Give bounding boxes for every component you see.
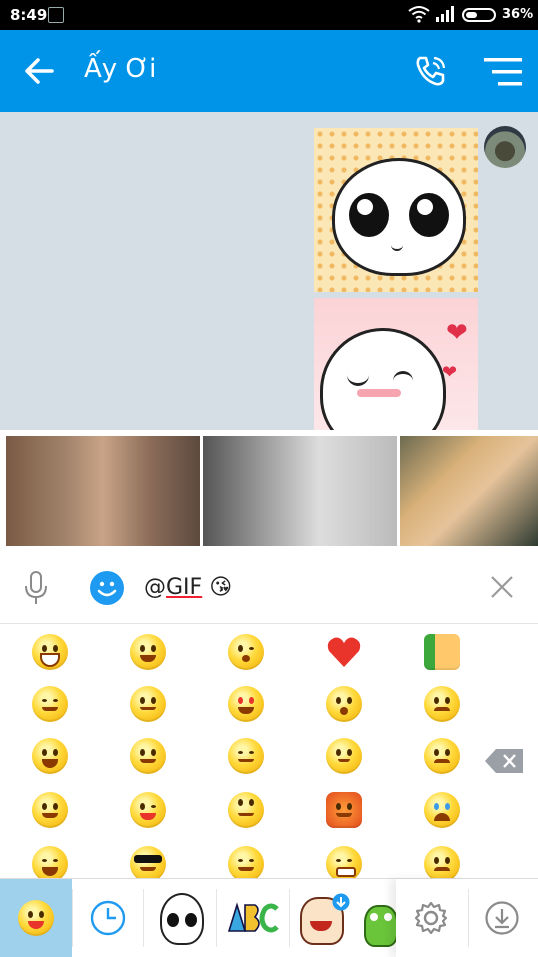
heart-eyes-icon[interactable] — [228, 686, 264, 722]
sticker-bun-face — [332, 158, 466, 276]
sticker-abc-tab[interactable] — [217, 879, 289, 957]
notification-icon — [48, 7, 64, 23]
kiss-wink-icon[interactable] — [228, 634, 264, 670]
eye-roll-icon[interactable] — [228, 792, 264, 828]
tears-of-joy-icon[interactable] — [130, 634, 166, 670]
chat-messages[interactable]: ❤ ❤ — [0, 112, 538, 430]
download-badge-icon — [332, 893, 350, 911]
angry-icon[interactable] — [326, 792, 362, 828]
message-input-row: @GIF 😘 — [0, 553, 538, 624]
wifi-icon — [408, 6, 430, 23]
sticker-frog-tab[interactable] — [356, 879, 398, 957]
chat-title: Ấy Ơi — [84, 54, 157, 84]
gear-icon — [414, 901, 448, 935]
battery-icon — [462, 8, 496, 22]
sunglasses-icon[interactable] — [130, 846, 166, 878]
sticker-tab-bar — [0, 878, 538, 957]
smile-icon[interactable] — [32, 792, 68, 828]
avatar[interactable] — [484, 126, 526, 168]
sticker-message[interactable] — [314, 128, 478, 292]
input-emoji: 😘 — [209, 575, 233, 600]
abc-sticker-icon — [227, 902, 279, 933]
input-prefix: @ — [144, 575, 166, 600]
squint-blush-icon[interactable] — [32, 686, 68, 722]
gif-thumbnail[interactable] — [400, 436, 538, 546]
smile-icon — [18, 900, 54, 936]
back-arrow-icon[interactable] — [22, 54, 56, 88]
backspace-icon[interactable] — [484, 748, 524, 774]
gif-thumbnail[interactable] — [6, 436, 200, 546]
heart-icon: ❤ — [442, 362, 458, 383]
frog-sticker-icon — [364, 905, 398, 947]
input-gif-tag: GIF — [166, 575, 203, 600]
message-input[interactable]: @GIF 😘 — [144, 575, 232, 600]
download-tab[interactable] — [469, 879, 538, 957]
sticker-bun-icon — [160, 893, 204, 945]
signal-icon — [436, 6, 454, 22]
menu-icon[interactable] — [484, 58, 522, 86]
close-icon[interactable] — [490, 575, 514, 599]
big-smile-icon[interactable] — [32, 738, 68, 774]
surprised-icon[interactable] — [326, 686, 362, 722]
chat-header: Ấy Ơi — [0, 30, 538, 112]
teary-icon[interactable] — [130, 686, 166, 722]
smirk-icon[interactable] — [228, 738, 264, 774]
blush-smile-icon[interactable] — [228, 846, 264, 878]
microphone-icon[interactable] — [24, 571, 48, 605]
battery-percent: 36% — [502, 7, 534, 22]
status-time: 8:49 — [10, 6, 48, 24]
worried-icon[interactable] — [424, 686, 460, 722]
settings-tab[interactable] — [396, 879, 468, 957]
emoji-tab[interactable] — [0, 879, 72, 957]
grimace-icon[interactable] — [326, 846, 362, 878]
gif-thumbnail[interactable] — [203, 436, 397, 546]
laugh-icon[interactable] — [32, 846, 68, 878]
tongue-wink-icon[interactable] — [130, 792, 166, 828]
emoji-picker[interactable] — [0, 624, 538, 878]
heart-icon: ❤ — [446, 318, 468, 348]
sticker-message[interactable]: ❤ ❤ — [314, 298, 478, 430]
gif-results-strip[interactable] — [0, 430, 538, 552]
crying-icon[interactable] — [424, 792, 460, 828]
sticker-bun-face — [320, 328, 446, 430]
sad-sweat-icon[interactable] — [424, 738, 460, 774]
frown-icon[interactable] — [424, 846, 460, 878]
thumbs-up-icon[interactable] — [424, 634, 460, 670]
download-icon — [485, 901, 519, 935]
status-bar: 8:49 36% — [0, 0, 538, 30]
sticker-character-tab[interactable] — [290, 879, 356, 957]
heart-icon[interactable] — [326, 634, 362, 670]
sticker-bun-tab[interactable] — [144, 879, 216, 957]
confused-icon[interactable] — [326, 738, 362, 774]
grin-icon[interactable] — [32, 634, 68, 670]
phone-call-icon[interactable] — [414, 54, 448, 88]
hand-mouth-icon[interactable] — [130, 738, 166, 774]
emoji-toggle-icon[interactable] — [90, 571, 124, 605]
clock-icon — [90, 900, 126, 936]
recent-tab[interactable] — [73, 879, 143, 957]
